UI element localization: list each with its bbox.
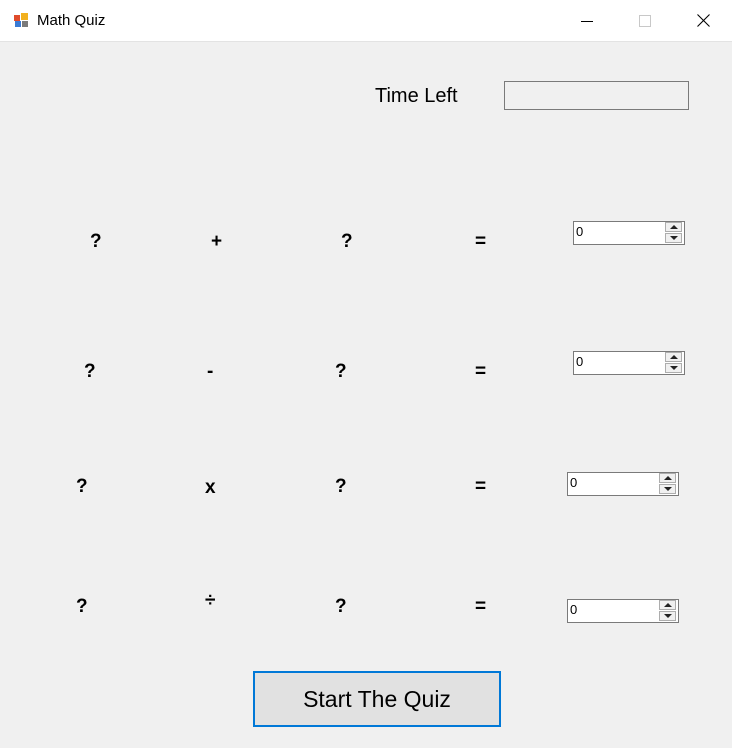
difference-answer-stepper[interactable]: 0 — [573, 351, 685, 375]
plus-equals-sign: = — [475, 231, 487, 252]
maximize-icon — [639, 14, 651, 27]
window-title: Math Quiz — [37, 12, 106, 29]
minus-equals-sign: = — [475, 361, 487, 382]
divide-operator: ÷ — [205, 590, 216, 611]
product-answer-stepper[interactable]: 0 — [567, 472, 679, 496]
close-icon — [696, 14, 710, 27]
divide-left-operand: ? — [76, 596, 88, 617]
minimize-button[interactable] — [558, 0, 616, 41]
maximize-button — [616, 0, 674, 41]
sum-stepper-down-arrow-icon[interactable] — [665, 233, 682, 243]
plus-right-operand: ? — [341, 231, 353, 252]
minus-left-operand: ? — [84, 361, 96, 382]
time-left-display — [504, 81, 689, 110]
times-operator: x — [205, 477, 216, 498]
close-button[interactable] — [674, 0, 732, 41]
divide-right-operand: ? — [335, 596, 347, 617]
sum-answer-stepper[interactable]: 0 — [573, 221, 685, 245]
sum-stepper-up-arrow-icon[interactable] — [665, 222, 682, 232]
difference-stepper-down-arrow-icon[interactable] — [665, 363, 682, 373]
minus-operator: - — [207, 361, 214, 382]
divide-equals-sign: = — [475, 596, 487, 617]
times-equals-sign: = — [475, 476, 487, 497]
product-stepper-up-arrow-icon[interactable] — [659, 473, 676, 483]
title-bar: Math Quiz — [0, 0, 732, 42]
quotient-stepper-up-arrow-icon[interactable] — [659, 600, 676, 610]
minimize-icon — [581, 20, 593, 22]
difference-answer-value: 0 — [576, 354, 584, 369]
time-left-label: Time Left — [375, 85, 458, 107]
quotient-stepper-down-arrow-icon[interactable] — [659, 611, 676, 621]
minus-right-operand: ? — [335, 361, 347, 382]
sum-answer-value: 0 — [576, 224, 584, 239]
product-answer-value: 0 — [570, 475, 578, 490]
times-right-operand: ? — [335, 476, 347, 497]
quotient-answer-value: 0 — [570, 602, 578, 617]
times-left-operand: ? — [76, 476, 88, 497]
difference-stepper-up-arrow-icon[interactable] — [665, 352, 682, 362]
form-app-icon — [14, 13, 28, 27]
start-quiz-button[interactable]: Start The Quiz — [253, 671, 501, 727]
plus-operator: + — [211, 231, 223, 252]
plus-left-operand: ? — [90, 231, 102, 252]
quotient-answer-stepper[interactable]: 0 — [567, 599, 679, 623]
product-stepper-down-arrow-icon[interactable] — [659, 484, 676, 494]
